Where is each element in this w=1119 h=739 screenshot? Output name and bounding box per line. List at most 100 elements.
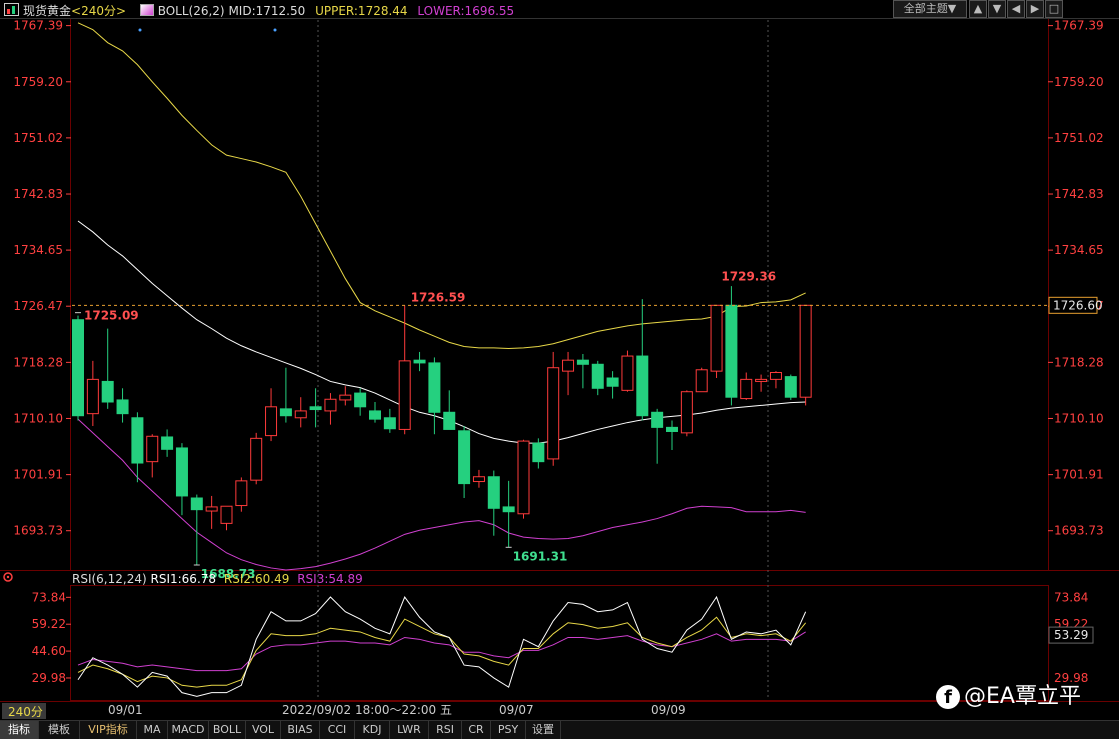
theme-dropdown[interactable]: 全部主题▼ bbox=[893, 0, 967, 18]
candle-down bbox=[279, 408, 292, 417]
watermark-text: @EA覃立平 bbox=[964, 684, 1081, 709]
tab-bias[interactable]: BIAS bbox=[281, 721, 320, 739]
tab-boll[interactable]: BOLL bbox=[209, 721, 246, 739]
candle-down bbox=[636, 355, 649, 417]
candle-up bbox=[740, 378, 753, 400]
price-axis-label-right: 1701.91 bbox=[1054, 468, 1104, 482]
tab-templates[interactable]: 模板 bbox=[39, 721, 80, 739]
boll-label: BOLL(26,2) bbox=[157, 4, 225, 18]
time-label-selected: 2022/09/02 18:00～22:00 五 bbox=[282, 703, 452, 717]
tab-lwr[interactable]: LWR bbox=[390, 721, 429, 739]
candle-up bbox=[86, 378, 99, 415]
candle-up bbox=[205, 506, 218, 512]
scroll-right-button[interactable]: ▶ bbox=[1026, 0, 1044, 18]
candle-down bbox=[72, 319, 84, 417]
candle-down bbox=[651, 411, 664, 428]
boll-mid-line bbox=[77, 220, 806, 444]
rsi-axis-label-left: 44.60 bbox=[32, 644, 66, 658]
rsi3-value: RSI3:54.89 bbox=[297, 572, 363, 586]
candle-up bbox=[339, 394, 352, 401]
chart-canvas[interactable]: 1767.39 1767.39 1759.20 1759.20 1751.02 1751.… bbox=[0, 0, 1119, 720]
candle-up bbox=[265, 406, 278, 437]
price-axis-label-right: 1693.73 bbox=[1054, 524, 1104, 538]
tab-vol[interactable]: VOL bbox=[246, 721, 281, 739]
rsi-header: RSI(6,12,24) RSI1:66.78 RSI2:60.49 RSI3:… bbox=[72, 572, 363, 588]
facebook-icon: f bbox=[936, 685, 960, 709]
candle-up bbox=[472, 476, 485, 483]
tab-psy[interactable]: PSY bbox=[491, 721, 526, 739]
candle-up bbox=[517, 440, 530, 515]
candle-down bbox=[606, 377, 619, 387]
annotation-low-mid: 1691.31 bbox=[513, 549, 568, 563]
price-axis-label-right: 1751.02 bbox=[1054, 131, 1104, 145]
candle-down bbox=[725, 304, 738, 398]
price-axis-label-left: 1726.47 bbox=[13, 299, 63, 313]
tab-indicators[interactable]: 指标 bbox=[0, 721, 39, 739]
candle-down bbox=[487, 476, 500, 509]
rsi1-value: RSI1:66.78 bbox=[150, 572, 217, 586]
rsi-title: RSI(6,12,24) bbox=[72, 572, 147, 586]
scroll-up-button[interactable]: ▲ bbox=[969, 0, 987, 18]
price-axis-label-left: 1742.83 bbox=[13, 187, 63, 201]
tab-macd[interactable]: MACD bbox=[168, 721, 209, 739]
rsi-axis-label-left: 59.22 bbox=[32, 617, 66, 631]
annotation-high-left: 1725.09 bbox=[84, 309, 139, 323]
candle-down bbox=[502, 506, 515, 513]
maximize-button[interactable]: □ bbox=[1045, 0, 1063, 18]
period-badge-label: 240分 bbox=[8, 705, 43, 719]
price-axis-label-right: 1742.83 bbox=[1054, 187, 1104, 201]
price-axis-label-right: 1759.20 bbox=[1054, 75, 1104, 89]
price-axis-label-right: 1767.39 bbox=[1054, 19, 1104, 33]
candle-up bbox=[294, 410, 307, 419]
price-axis-label-left: 1759.20 bbox=[13, 75, 63, 89]
candle-up bbox=[695, 369, 708, 393]
price-axis-label-right: 1710.10 bbox=[1054, 411, 1104, 425]
candle-down bbox=[354, 392, 367, 408]
candle-up bbox=[710, 304, 723, 372]
chart-window: 1767.39 1767.39 1759.20 1759.20 1751.02 1751.… bbox=[0, 0, 1119, 739]
candle-up bbox=[562, 359, 575, 372]
tab-kdj[interactable]: KDJ bbox=[355, 721, 390, 739]
candle-up bbox=[547, 367, 560, 460]
candle-up bbox=[621, 355, 634, 391]
rsi-plot-frame bbox=[70, 585, 1049, 701]
marker-dot-1 bbox=[138, 28, 142, 32]
candle-down bbox=[591, 363, 604, 389]
candle-up bbox=[250, 437, 263, 481]
candle-up bbox=[146, 435, 159, 463]
candle-up bbox=[220, 505, 233, 524]
candle-down bbox=[458, 430, 471, 485]
time-label: 09/01 bbox=[108, 703, 143, 717]
tab-rsi[interactable]: RSI bbox=[429, 721, 462, 739]
scroll-down-button[interactable]: ▼ bbox=[988, 0, 1006, 18]
tab-cci[interactable]: CCI bbox=[320, 721, 355, 739]
candle-down bbox=[428, 362, 441, 413]
chart-header: 现货黄金<240分> BOLL(26,2) MID:1712.50 UPPER:… bbox=[4, 2, 514, 18]
candle-up bbox=[755, 378, 768, 382]
rsi2-value: RSI2:60.49 bbox=[223, 572, 290, 586]
tab-settings[interactable]: 设置 bbox=[526, 721, 561, 739]
stock-icon bbox=[4, 3, 19, 16]
watermark: f @EA覃立平 bbox=[936, 678, 1081, 710]
annotation-mid-high: 1726.59 bbox=[411, 290, 466, 304]
price-axis-label-left: 1710.10 bbox=[13, 411, 63, 425]
price-axis-label-left: 1718.28 bbox=[13, 355, 63, 369]
candle-down bbox=[383, 417, 396, 430]
boll-icon bbox=[139, 4, 154, 16]
candles bbox=[72, 286, 812, 566]
candle-up bbox=[235, 480, 248, 507]
period-label[interactable]: <240分> bbox=[71, 4, 126, 18]
candle-down bbox=[443, 411, 456, 430]
price-axis-label-right: 1734.65 bbox=[1054, 243, 1104, 257]
instrument-name: 现货黄金 bbox=[23, 4, 72, 18]
candle-down bbox=[131, 417, 144, 464]
tab-vip[interactable]: VIP指标 bbox=[80, 721, 137, 739]
price-axis-label-left: 1751.02 bbox=[13, 131, 63, 145]
tab-ma[interactable]: MA bbox=[137, 721, 168, 739]
candle-down bbox=[101, 380, 114, 403]
rsi-axis-label-right: 53.29 bbox=[1054, 628, 1088, 642]
scroll-left-button[interactable]: ◀ bbox=[1007, 0, 1025, 18]
time-label: 09/09 bbox=[651, 703, 686, 717]
rsi-lines bbox=[77, 595, 807, 697]
tab-cr[interactable]: CR bbox=[462, 721, 491, 739]
